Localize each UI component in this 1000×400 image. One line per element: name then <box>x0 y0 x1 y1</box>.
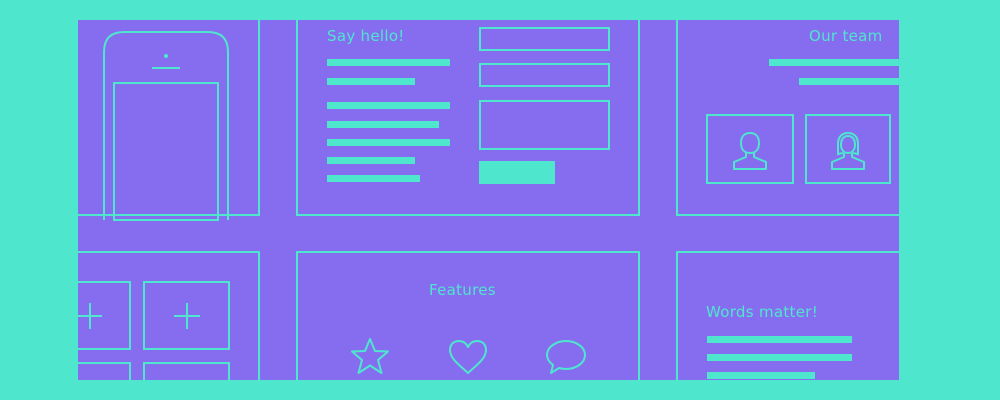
text-line <box>327 175 420 182</box>
speech-bubble-icon <box>546 340 586 374</box>
text-line <box>327 121 439 128</box>
text-line <box>799 78 899 85</box>
smartphone-icon <box>103 31 229 221</box>
text-line <box>327 78 415 85</box>
wireframe-canvas: Say hello! Our team Features Words matte… <box>78 20 899 380</box>
male-user-icon <box>733 131 767 170</box>
female-user-icon <box>831 132 865 170</box>
text-line <box>707 372 815 379</box>
features-heading: Features <box>429 281 496 299</box>
text-line <box>327 139 450 146</box>
plus-icon <box>174 303 200 329</box>
text-line <box>707 336 852 343</box>
message-field[interactable] <box>479 100 610 150</box>
star-icon <box>351 338 389 374</box>
team-heading: Our team <box>809 27 883 45</box>
plus-icon <box>78 303 102 329</box>
text-line <box>327 102 450 109</box>
grid-tile[interactable] <box>143 362 230 380</box>
text-line <box>327 157 415 164</box>
text-line <box>707 354 852 361</box>
words-heading: Words matter! <box>706 303 819 321</box>
submit-button[interactable] <box>479 161 555 184</box>
contact-heading: Say hello! <box>327 27 405 45</box>
text-line <box>769 59 899 66</box>
grid-tile[interactable] <box>78 362 131 380</box>
text-line <box>327 59 450 66</box>
heart-icon <box>449 340 487 374</box>
email-field[interactable] <box>479 63 610 87</box>
name-field[interactable] <box>479 27 610 51</box>
